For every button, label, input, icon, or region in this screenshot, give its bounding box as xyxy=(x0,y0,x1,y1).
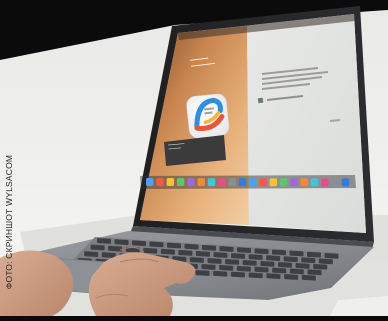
keyboard-key xyxy=(189,257,204,263)
keyboard-key xyxy=(301,274,316,281)
dock-icon[interactable] xyxy=(341,178,350,187)
keyboard-key xyxy=(202,244,216,251)
keyboard-key xyxy=(289,250,304,257)
dock-icon[interactable] xyxy=(218,178,226,187)
dock-icon[interactable] xyxy=(321,178,329,187)
keyboard-key xyxy=(289,268,304,275)
dock-icon[interactable] xyxy=(228,178,236,187)
keyboard-key xyxy=(254,266,269,273)
keyboard-key xyxy=(307,251,321,258)
dock-icon[interactable] xyxy=(197,178,206,187)
dock-icon[interactable] xyxy=(290,178,298,187)
keyboard-key xyxy=(266,255,281,262)
keyboard-key xyxy=(90,244,105,251)
dock-icon[interactable] xyxy=(249,178,257,187)
keyboard-key xyxy=(97,238,111,244)
dock-icon[interactable] xyxy=(207,178,216,187)
keyboard-key xyxy=(283,256,298,263)
keyboard-key xyxy=(295,262,310,269)
keyboard-key xyxy=(237,247,251,253)
photo-credit: ФОТО: СКРИНШОТ WYLSACOM xyxy=(4,154,14,290)
keyboard-key xyxy=(254,248,269,255)
app-icon xyxy=(186,93,230,139)
keyboard-key xyxy=(213,270,228,277)
keyboard-key xyxy=(260,261,275,267)
dock-icon[interactable] xyxy=(176,178,185,187)
dock-icon[interactable] xyxy=(146,178,154,186)
keyboard-key xyxy=(307,269,322,276)
dock-icon[interactable] xyxy=(269,178,278,187)
keyboard-key xyxy=(184,243,199,250)
keyboard-key xyxy=(219,246,234,252)
keyboard-key xyxy=(219,264,234,271)
dock-icon[interactable] xyxy=(166,178,175,187)
dock-icon[interactable] xyxy=(300,178,309,187)
keyboard-key xyxy=(225,259,240,265)
keyboard-key xyxy=(160,248,175,255)
keyboard-key xyxy=(248,254,263,260)
keyboard-key xyxy=(213,252,228,258)
keyboard-key xyxy=(195,270,210,276)
keyboard-key xyxy=(324,252,339,259)
keyboard-key xyxy=(277,261,292,268)
keyboard-key xyxy=(231,253,246,259)
keyboard-key xyxy=(242,260,257,266)
keyboard-key xyxy=(236,265,251,272)
keyboard-key xyxy=(195,251,210,257)
keyboard-key xyxy=(149,241,164,248)
keyboard-key xyxy=(230,271,245,278)
keyboard-key xyxy=(318,258,333,265)
dock-icon[interactable] xyxy=(279,178,288,187)
keyboard-key xyxy=(284,274,299,280)
laptop-photo xyxy=(0,0,388,316)
keyboard-key xyxy=(143,247,158,254)
keyboard-key xyxy=(207,258,222,264)
keyboard-key xyxy=(114,239,129,245)
keyboard-key xyxy=(301,257,316,264)
dock-icon[interactable] xyxy=(310,178,319,187)
installer-right-panel xyxy=(247,14,366,233)
dock-icon[interactable] xyxy=(156,178,164,187)
dock-icon[interactable] xyxy=(238,178,247,187)
keyboard-key xyxy=(132,240,146,247)
dock-icon[interactable] xyxy=(331,178,339,187)
dock-icon[interactable] xyxy=(187,178,195,187)
keyboard-key xyxy=(313,263,328,270)
keyboard-key xyxy=(108,245,123,252)
keyboard-key xyxy=(248,272,263,279)
dock-icon[interactable] xyxy=(259,178,267,187)
keyboard-key xyxy=(272,267,287,274)
photo-scene: ━━━━━━ ━━━━━━━━ ━━━━━━━━━ ━━━━━━━ ФОТО: СК… xyxy=(0,0,388,316)
keyboard-key xyxy=(272,249,286,256)
keyboard-key xyxy=(178,249,193,256)
keyboard-key xyxy=(266,273,281,280)
keyboard-key xyxy=(84,251,99,258)
keyboard-key xyxy=(201,264,216,270)
keyboard-key xyxy=(167,242,181,249)
